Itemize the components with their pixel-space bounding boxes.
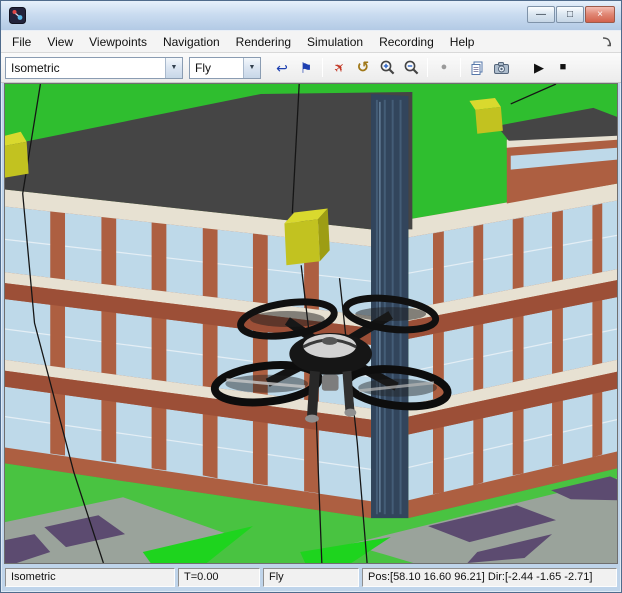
menu-recording[interactable]: Recording <box>371 32 442 52</box>
close-button[interactable]: × <box>585 6 615 23</box>
menu-navigation[interactable]: Navigation <box>155 32 228 52</box>
drone-gimbal <box>321 374 339 391</box>
zoom-in-button[interactable] <box>375 57 399 79</box>
capture-frame-button[interactable] <box>489 57 513 79</box>
maximize-button[interactable]: □ <box>556 6 584 23</box>
copy-document-icon <box>471 61 483 75</box>
navigation-method-dropdown[interactable]: Fly ▼ <box>189 56 261 79</box>
zoom-out-button[interactable] <box>399 57 423 79</box>
menu-viewpoints[interactable]: Viewpoints <box>81 32 155 52</box>
plane-up-icon: ✈ <box>329 58 349 77</box>
navigation-dropdown-value: Fly <box>195 60 211 75</box>
app-icon <box>9 7 26 24</box>
record-button[interactable]: ● <box>432 57 456 79</box>
toolbar-separator <box>460 58 461 77</box>
viewer-window: — □ × File View Viewpoints Navigation Re… <box>0 0 622 593</box>
flag-icon: ⚑ <box>299 59 313 76</box>
close-icon: × <box>597 8 603 20</box>
title-bar[interactable]: — □ × <box>1 1 621 30</box>
status-pose: Pos:[58.10 16.60 96.21] Dir:[-2.44 -1.65… <box>362 567 617 587</box>
minimize-icon: — <box>536 8 546 20</box>
copy-frame-button[interactable] <box>465 57 489 79</box>
stop-simulation-button[interactable]: ■ <box>551 57 575 79</box>
toolbar: Isometric ▼ Fly ▼ ↩ ⚑ ✈ ↺ ● ▶ ■ <box>1 53 621 83</box>
zoom-in-icon <box>380 60 394 75</box>
dropdown-arrow-icon: ▼ <box>165 57 182 78</box>
create-viewpoint-button[interactable]: ⚑ <box>294 57 318 79</box>
status-viewpoint: Isometric <box>5 567 175 587</box>
menu-view[interactable]: View <box>39 32 81 52</box>
menu-file[interactable]: File <box>4 32 39 52</box>
viewport-3d[interactable] <box>4 83 618 564</box>
menu-bar: File View Viewpoints Navigation Renderin… <box>1 30 621 53</box>
status-time: T=0.00 <box>178 567 260 587</box>
viewpoint-dropdown[interactable]: Isometric ▼ <box>5 56 183 79</box>
toolbar-separator <box>427 58 428 77</box>
window-controls: — □ × <box>527 6 615 23</box>
status-bar: Isometric T=0.00 Fly Pos:[58.10 16.60 96… <box>1 564 621 592</box>
camera-icon <box>493 61 509 74</box>
undo-move-button[interactable]: ↺ <box>351 57 375 79</box>
return-arrow-icon: ↩ <box>276 59 288 76</box>
status-navigation: Fly <box>263 567 359 587</box>
play-icon: ▶ <box>534 60 544 75</box>
undo-rotate-icon: ↺ <box>356 59 370 76</box>
minimize-button[interactable]: — <box>527 6 555 23</box>
start-simulation-button[interactable]: ▶ <box>527 57 551 79</box>
menu-help[interactable]: Help <box>442 32 483 52</box>
viewpoint-dropdown-value: Isometric <box>11 60 60 75</box>
zoom-out-icon <box>404 60 418 75</box>
maximize-icon: □ <box>566 8 574 20</box>
undock-icon[interactable] <box>599 34 615 50</box>
toolbar-separator <box>322 58 323 77</box>
dropdown-arrow-icon: ▼ <box>243 57 260 78</box>
waypoint-box-center <box>284 208 330 266</box>
menu-rendering[interactable]: Rendering <box>228 32 299 52</box>
stop-icon: ■ <box>559 61 567 73</box>
record-dot-icon: ● <box>440 61 448 73</box>
straighten-up-button[interactable]: ✈ <box>327 57 351 79</box>
reset-viewpoint-button[interactable]: ↩ <box>270 57 294 79</box>
menu-simulation[interactable]: Simulation <box>299 32 371 52</box>
